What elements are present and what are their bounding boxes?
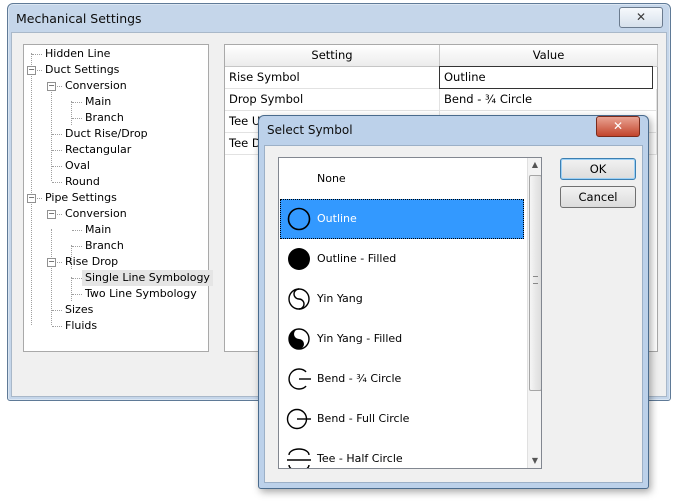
none-icon [286,166,312,192]
tree-item[interactable]: Hidden Line [42,46,113,62]
tree-line [72,102,82,103]
window-title: Mechanical Settings [16,11,142,26]
tree-item[interactable]: Oval [62,158,93,174]
symbol-label: Bend - ¾ Circle [317,372,402,385]
vertical-scrollbar[interactable]: ▲ ▼ [527,158,541,468]
tree-expander-minus-icon[interactable]: − [27,66,36,75]
symbol-label: Yin Yang - Filled [317,332,403,345]
scroll-up-arrow-icon[interactable]: ▲ [528,158,541,172]
value-cell[interactable]: Bend - ¾ Circle [440,89,657,111]
symbol-list-item[interactable]: Outline [280,199,524,239]
symbol-list-item[interactable]: Bend - Full Circle [280,399,524,439]
bend-three-quarter-icon [286,366,312,392]
symbol-listbox[interactable]: None Outline Outline - Filled Yin Yang Yin… [278,157,542,469]
tree-item[interactable]: Duct Settings [42,62,122,78]
tree-line [52,326,62,327]
symbol-list-item[interactable]: Outline - Filled [280,239,524,279]
tree-line [72,118,82,119]
tree-item[interactable]: Main [82,222,114,238]
tree-line [32,54,42,55]
symbol-label: Outline [317,212,357,225]
tree-expander-minus-icon[interactable]: − [27,194,36,203]
tree-item[interactable]: Two Line Symbology [82,286,200,302]
ok-button[interactable]: OK [560,158,636,180]
scroll-down-arrow-icon[interactable]: ▼ [528,454,541,468]
tree-line [72,230,82,231]
tree-item[interactable]: Fluids [62,318,100,334]
yin-yang-filled-icon [286,326,312,352]
symbol-label: Yin Yang [317,292,363,305]
tree-item[interactable]: Branch [82,110,127,126]
symbol-list-item[interactable]: Bend - ¾ Circle [280,359,524,399]
symbol-label: None [317,172,346,185]
select-symbol-dialog: Select Symbol ✕ None Outline Outline - Fil… [258,115,649,489]
tree-item[interactable]: Pipe Settings [42,190,120,206]
tree-expander-minus-icon[interactable]: − [47,258,56,267]
tee-half-circle-icon [286,446,312,468]
symbol-list-item[interactable]: Tee - Half Circle [280,439,524,468]
tree-item[interactable]: Rectangular [62,142,134,158]
symbol-label: Bend - Full Circle [317,412,410,425]
tree-item[interactable]: Duct Rise/Drop [62,126,151,142]
tree-expander-minus-icon[interactable]: − [47,210,56,219]
tree-line [71,277,72,301]
main-close-button[interactable]: ✕ [619,7,663,28]
symbol-list-item[interactable]: Yin Yang - Filled [280,319,524,359]
column-header-setting[interactable]: Setting [225,45,440,67]
tree-line [72,246,82,247]
symbol-list-item[interactable]: None [280,159,524,199]
tree-item[interactable]: Single Line Symbology [82,270,213,286]
tree-item[interactable]: Round [62,174,103,190]
tree-line [52,310,62,311]
value-cell-editing[interactable]: Outline [439,66,653,89]
column-header-value[interactable]: Value [440,45,658,67]
tree-item[interactable]: Branch [82,238,127,254]
tree-expander-minus-icon[interactable]: − [47,82,56,91]
tree-line [52,166,62,167]
tree-line [72,294,82,295]
tree-line [72,278,82,279]
tree-line [71,101,72,125]
tree-line [52,134,62,135]
dialog-body: None Outline Outline - Filled Yin Yang Yin… [264,145,643,483]
tree-item[interactable]: Conversion [62,206,130,222]
grip-icon [533,276,538,284]
tree-item[interactable]: Main [82,94,114,110]
setting-cell: Drop Symbol [225,89,440,111]
dialog-close-button[interactable]: ✕ [596,116,640,137]
tree-line [31,53,32,325]
filled-circle-icon [286,246,312,272]
tree-line [52,182,62,183]
settings-tree[interactable]: Hidden Line − Duct Settings − Conversion Main… [23,44,213,352]
symbol-label: Outline - Filled [317,252,397,265]
symbol-list-item[interactable]: Yin Yang [280,279,524,319]
outline-circle-icon [286,206,312,232]
cancel-button[interactable]: Cancel [560,186,636,208]
tree-item[interactable]: Conversion [62,78,130,94]
tree-item[interactable]: Sizes [62,302,96,318]
yin-yang-icon [286,286,312,312]
tree-item[interactable]: Rise Drop [62,254,121,270]
symbol-label: Tee - Half Circle [317,452,403,465]
tree-line [52,150,62,151]
scroll-thumb[interactable] [529,175,541,391]
dialog-title: Select Symbol [267,123,353,137]
setting-cell: Rise Symbol [225,67,440,89]
bend-full-circle-icon [286,406,312,432]
